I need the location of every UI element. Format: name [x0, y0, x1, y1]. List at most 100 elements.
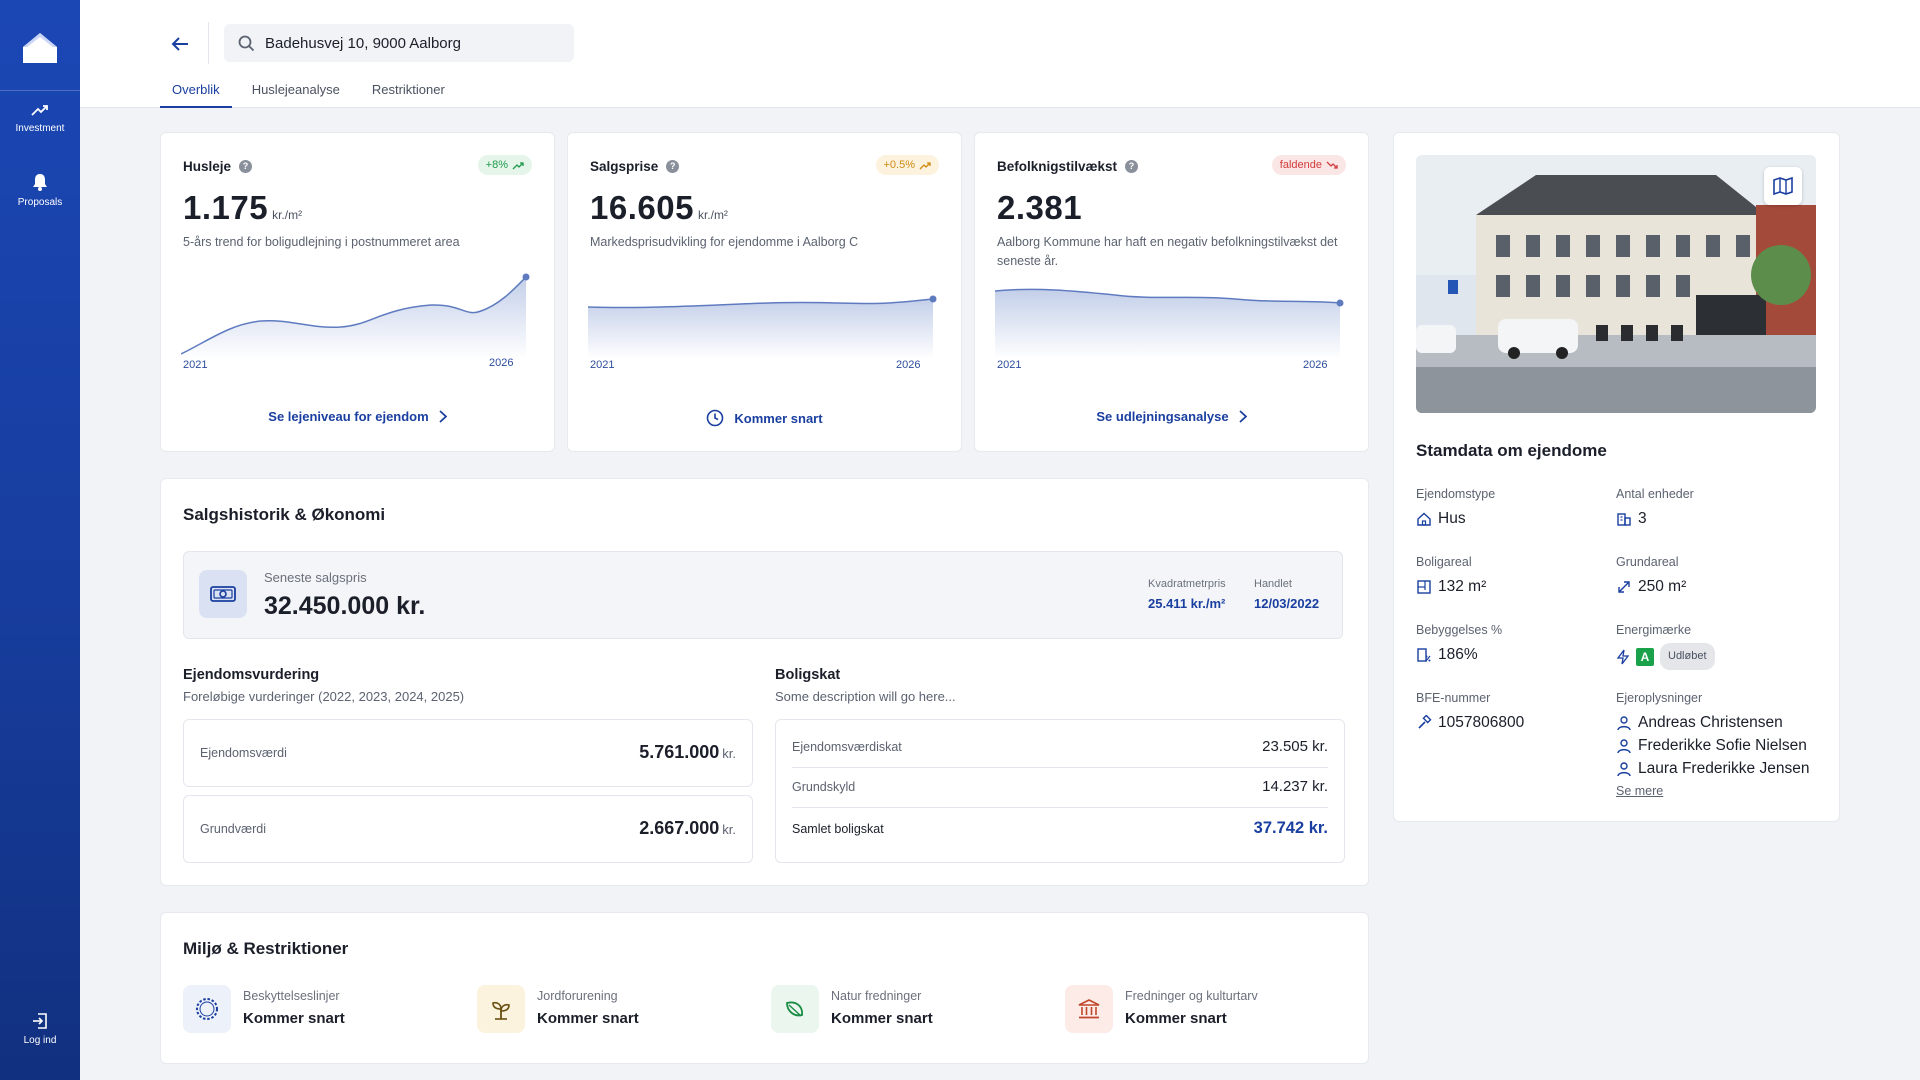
valuation-label: Grundværdi — [200, 822, 266, 836]
env-label: Fredninger og kulturtarv — [1125, 989, 1258, 1003]
chart-area — [181, 277, 526, 359]
attr-grundareal: Grundareal 250 m² — [1616, 555, 1686, 598]
map-view-button[interactable] — [1764, 167, 1802, 205]
husleje-trend-chart — [181, 273, 530, 359]
sqm-price-value: 25.411 kr./m² — [1148, 596, 1226, 611]
rent-level-link[interactable]: Se lejeniveau for ejendom — [161, 409, 554, 424]
tab-restriktioner[interactable]: Restriktioner — [360, 80, 457, 108]
user-icon — [1617, 761, 1631, 776]
link-text: Kommer snart — [734, 410, 823, 426]
chart-year-start: 2021 — [590, 359, 615, 371]
attr-value-text: 250 m² — [1638, 578, 1687, 595]
valuation-value: 5.761.000 kr. — [639, 742, 736, 763]
attr-label: Antal enheder — [1616, 487, 1694, 501]
sidebar-item-proposals[interactable]: Proposals — [0, 172, 80, 208]
link-text: Se udlejningsanalyse — [1096, 409, 1229, 424]
chart-year-start: 2021 — [997, 359, 1022, 371]
tax-row: Ejendomsværdiskat 23.505 kr. — [792, 728, 1328, 768]
trend-up-icon — [919, 161, 931, 169]
trend-badge: faldende — [1271, 155, 1346, 175]
env-label: Natur fredninger — [831, 989, 922, 1003]
attr-value: A Udløbet — [1616, 643, 1715, 670]
kpi-card-husleje: Husleje? +8% 1.175 kr./m² 5-års trend for… — [160, 132, 555, 452]
help-icon[interactable]: ? — [666, 160, 680, 173]
kpi-description: Aalborg Kommune har haft en negativ befo… — [997, 235, 1338, 268]
museum-icon — [1065, 985, 1113, 1033]
valuation-description: Foreløbige vurderinger (2022, 2023, 2024… — [183, 689, 465, 704]
attr-ejendomstype: Ejendomstype Hus — [1416, 487, 1495, 530]
kpi-title: Befolknigstilvækst? — [997, 159, 1139, 174]
property-photo-illustration — [1416, 155, 1816, 413]
valuation-unit: kr. — [722, 746, 736, 761]
leaf-icon — [771, 985, 819, 1033]
attr-label: Grundareal — [1616, 555, 1679, 569]
search-input[interactable] — [265, 34, 565, 52]
help-icon[interactable]: ? — [1125, 160, 1139, 173]
rental-analysis-link[interactable]: Se udlejningsanalyse — [975, 409, 1368, 424]
home-logo-icon[interactable] — [20, 30, 60, 66]
help-icon[interactable]: ? — [239, 160, 253, 173]
salgspris-trend-chart — [588, 295, 937, 359]
login-icon — [33, 1013, 47, 1029]
env-label: Beskyttelseslinjer — [243, 989, 340, 1003]
sqm-price-label: Kvadratmetrpris — [1148, 578, 1226, 590]
kpi-value: 1.175 kr./m² — [183, 189, 302, 227]
kpi-value-number: 2.381 — [997, 189, 1083, 226]
env-value: Kommer snart — [537, 1010, 639, 1027]
owner-name: Andreas Christensen — [1638, 714, 1783, 731]
sidebar-item-investment[interactable]: Investment — [0, 102, 80, 134]
valuation-unit: kr. — [722, 822, 736, 837]
attr-bfe-nummer: BFE-nummer 1057806800 — [1416, 691, 1524, 734]
attr-label: Ejeroplysninger — [1616, 691, 1703, 705]
tax-total-row: Samlet boligskat 37.742 kr. — [792, 810, 1328, 850]
owner-item: Andreas Christensen — [1616, 711, 1809, 734]
trend-badge-text: faldende — [1279, 159, 1322, 171]
attr-value: 1057806800 — [1416, 711, 1524, 734]
chart-year-end: 2026 — [489, 357, 514, 369]
trend-down-icon — [1326, 161, 1338, 169]
see-more-owners-link[interactable]: Se mere — [1616, 784, 1663, 798]
trend-badge-text: +0.5% — [883, 159, 916, 171]
attr-label: Energimærke — [1616, 623, 1692, 637]
house-icon — [1417, 512, 1431, 526]
property-data-title: Stamdata om ejendome — [1416, 441, 1607, 460]
traded-label: Handlet — [1254, 578, 1292, 590]
befolkning-trend-chart — [995, 288, 1344, 359]
attr-value: 250 m² — [1616, 575, 1686, 598]
map-icon — [1773, 176, 1793, 196]
kpi-title: Salgsprise? — [590, 159, 680, 174]
lightning-icon — [1616, 649, 1630, 664]
tab-huslejeanalyse[interactable]: Huslejeanalyse — [240, 80, 352, 108]
kpi-value: 2.381 — [997, 189, 1086, 227]
arrow-left-icon — [171, 37, 188, 51]
building-percent-icon — [1417, 647, 1431, 662]
resize-icon — [1618, 580, 1630, 593]
owner-name: Laura Frederikke Jensen — [1638, 760, 1810, 777]
chart-endpoint — [929, 295, 937, 303]
traded-value: 12/03/2022 — [1254, 596, 1320, 611]
chart-year-start: 2021 — [183, 359, 208, 371]
bell-icon — [33, 174, 47, 191]
sidebar-login-button[interactable]: Log ind — [0, 1012, 80, 1046]
back-button[interactable] — [166, 30, 194, 58]
tax-total-label: Samlet boligskat — [792, 822, 884, 836]
chart-endpoint — [1336, 299, 1344, 307]
trend-badge: +0.5% — [875, 155, 939, 175]
section-title: Miljø & Restriktioner — [183, 939, 349, 958]
tax-row: Grundskyld 14.237 kr. — [792, 768, 1328, 808]
tax-total-value: 37.742 kr. — [1253, 819, 1328, 837]
tax-value: 23.505 kr. — [1262, 738, 1328, 755]
section-title: Salgshistorik & Økonomi — [183, 505, 386, 524]
sidebar: Investment Proposals Log ind — [0, 0, 80, 1080]
attr-bebyggelses-procent: Bebyggelses % 186% — [1416, 623, 1502, 666]
latest-sale-box: Seneste salgspris 32.450.000 kr. Kvadrat… — [183, 551, 1343, 639]
attr-label: BFE-nummer — [1416, 691, 1491, 705]
search-bar[interactable] — [224, 24, 574, 62]
banknote-icon — [199, 570, 247, 618]
clock-icon — [707, 409, 724, 427]
environment-card: Miljø & Restriktioner Beskyttelseslinjer… — [160, 912, 1369, 1064]
sidebar-item-label: Investment — [15, 123, 65, 134]
tab-overblik[interactable]: Overblik — [160, 80, 232, 108]
latest-sale-label: Seneste salgspris — [264, 570, 367, 585]
env-value: Kommer snart — [831, 1010, 933, 1027]
